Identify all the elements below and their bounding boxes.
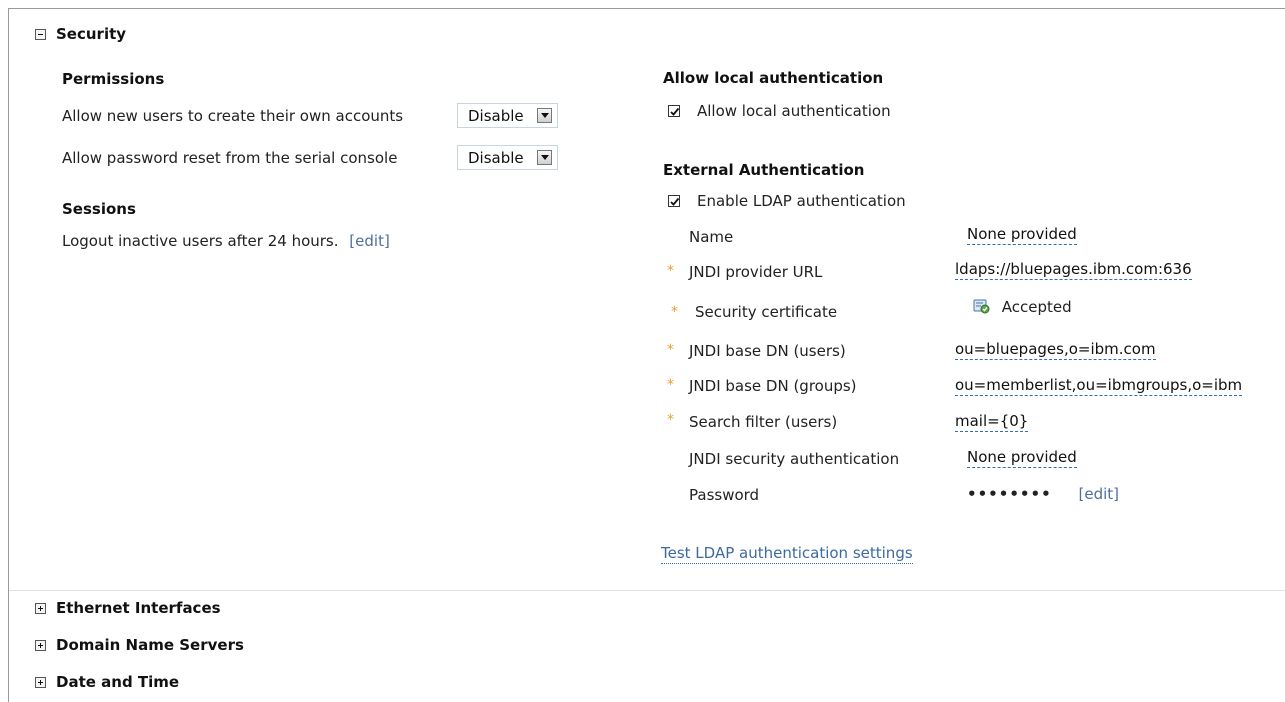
section-title-date-time[interactable]: Date and Time [56, 673, 179, 691]
local-auth-heading: Allow local authentication [663, 69, 884, 87]
permissions-heading: Permissions [62, 70, 165, 88]
local-auth-checkbox[interactable] [668, 105, 680, 117]
section-title-security[interactable]: Security [56, 25, 126, 43]
ldap-enable-checkbox[interactable] [668, 195, 680, 207]
ldap-name-value[interactable]: None provided [967, 225, 1077, 245]
field-value-jndi-url[interactable]: ldaps://bluepages.ibm.com:636 [955, 260, 1192, 280]
self-registration-label: Allow new users to create their own acco… [62, 107, 404, 125]
test-ldap-link[interactable]: Test LDAP authentication settings [661, 544, 913, 564]
expand-icon[interactable] [35, 677, 46, 688]
field-value-search-filter[interactable]: mail={0} [955, 412, 1029, 432]
password-reset-select[interactable]: Disable [457, 145, 558, 170]
base-dn-users-value[interactable]: ou=bluepages,o=ibm.com [955, 340, 1156, 360]
field-label-search-filter: Search filter (users) [689, 413, 838, 431]
self-registration-value: Disable [468, 107, 524, 125]
external-auth-heading: External Authentication [663, 161, 865, 179]
field-value-base-dn-groups[interactable]: ou=memberlist,ou=ibmgroups,o=ibm [955, 376, 1243, 396]
required-marker: * [667, 342, 674, 358]
certificate-status[interactable]: Accepted [973, 298, 1072, 316]
expand-icon[interactable] [35, 640, 46, 651]
field-label-security-auth: JNDI security authentication [689, 450, 900, 468]
field-value-security-auth[interactable]: None provided [967, 448, 1077, 468]
password-mask: •••••••• [967, 485, 1052, 503]
section-divider [9, 590, 1285, 591]
base-dn-groups-value[interactable]: ou=memberlist,ou=ibmgroups,o=ibm [955, 376, 1243, 396]
checkmark-icon [670, 107, 680, 116]
required-marker: * [667, 377, 674, 393]
field-value-name[interactable]: None provided [967, 225, 1077, 245]
sessions-heading: Sessions [62, 200, 136, 218]
required-marker: * [671, 304, 678, 320]
field-label-name: Name [689, 228, 734, 246]
required-marker: * [667, 412, 674, 428]
self-registration-select[interactable]: Disable [457, 103, 558, 128]
password-reset-label: Allow password reset from the serial con… [62, 149, 398, 167]
session-timeout-row: Logout inactive users after 24 hours. [e… [62, 232, 390, 250]
field-label-jndi-url: JNDI provider URL [689, 263, 823, 281]
dropdown-arrow-icon[interactable] [537, 150, 552, 165]
session-edit-link[interactable]: [edit] [349, 232, 390, 250]
field-label-cert: Security certificate [695, 303, 838, 321]
expand-icon[interactable] [35, 603, 46, 614]
test-ldap-link-wrap[interactable]: Test LDAP authentication settings [661, 544, 913, 564]
certificate-icon [973, 299, 990, 314]
local-auth-checkbox-label[interactable]: Allow local authentication [697, 102, 891, 120]
search-filter-value[interactable]: mail={0} [955, 412, 1029, 432]
field-label-base-dn-groups: JNDI base DN (groups) [689, 377, 857, 395]
password-reset-value: Disable [468, 149, 524, 167]
checkmark-icon [670, 197, 680, 206]
field-value-base-dn-users[interactable]: ou=bluepages,o=ibm.com [955, 340, 1156, 360]
field-value-password: •••••••• [edit] [967, 485, 1119, 503]
required-marker: * [667, 263, 674, 279]
ldap-enable-label[interactable]: Enable LDAP authentication [697, 192, 906, 210]
security-auth-value[interactable]: None provided [967, 448, 1077, 468]
field-label-password: Password [689, 486, 760, 504]
dropdown-arrow-icon[interactable] [537, 108, 552, 123]
certificate-status-text: Accepted [1001, 298, 1072, 316]
field-label-base-dn-users: JNDI base DN (users) [689, 342, 846, 360]
section-title-ethernet[interactable]: Ethernet Interfaces [56, 599, 221, 617]
session-timeout-text: Logout inactive users after 24 hours. [62, 232, 339, 250]
jndi-url-value[interactable]: ldaps://bluepages.ibm.com:636 [955, 260, 1192, 280]
password-edit-link[interactable]: [edit] [1078, 485, 1119, 503]
collapse-icon[interactable] [35, 29, 46, 40]
section-title-dns[interactable]: Domain Name Servers [56, 636, 244, 654]
